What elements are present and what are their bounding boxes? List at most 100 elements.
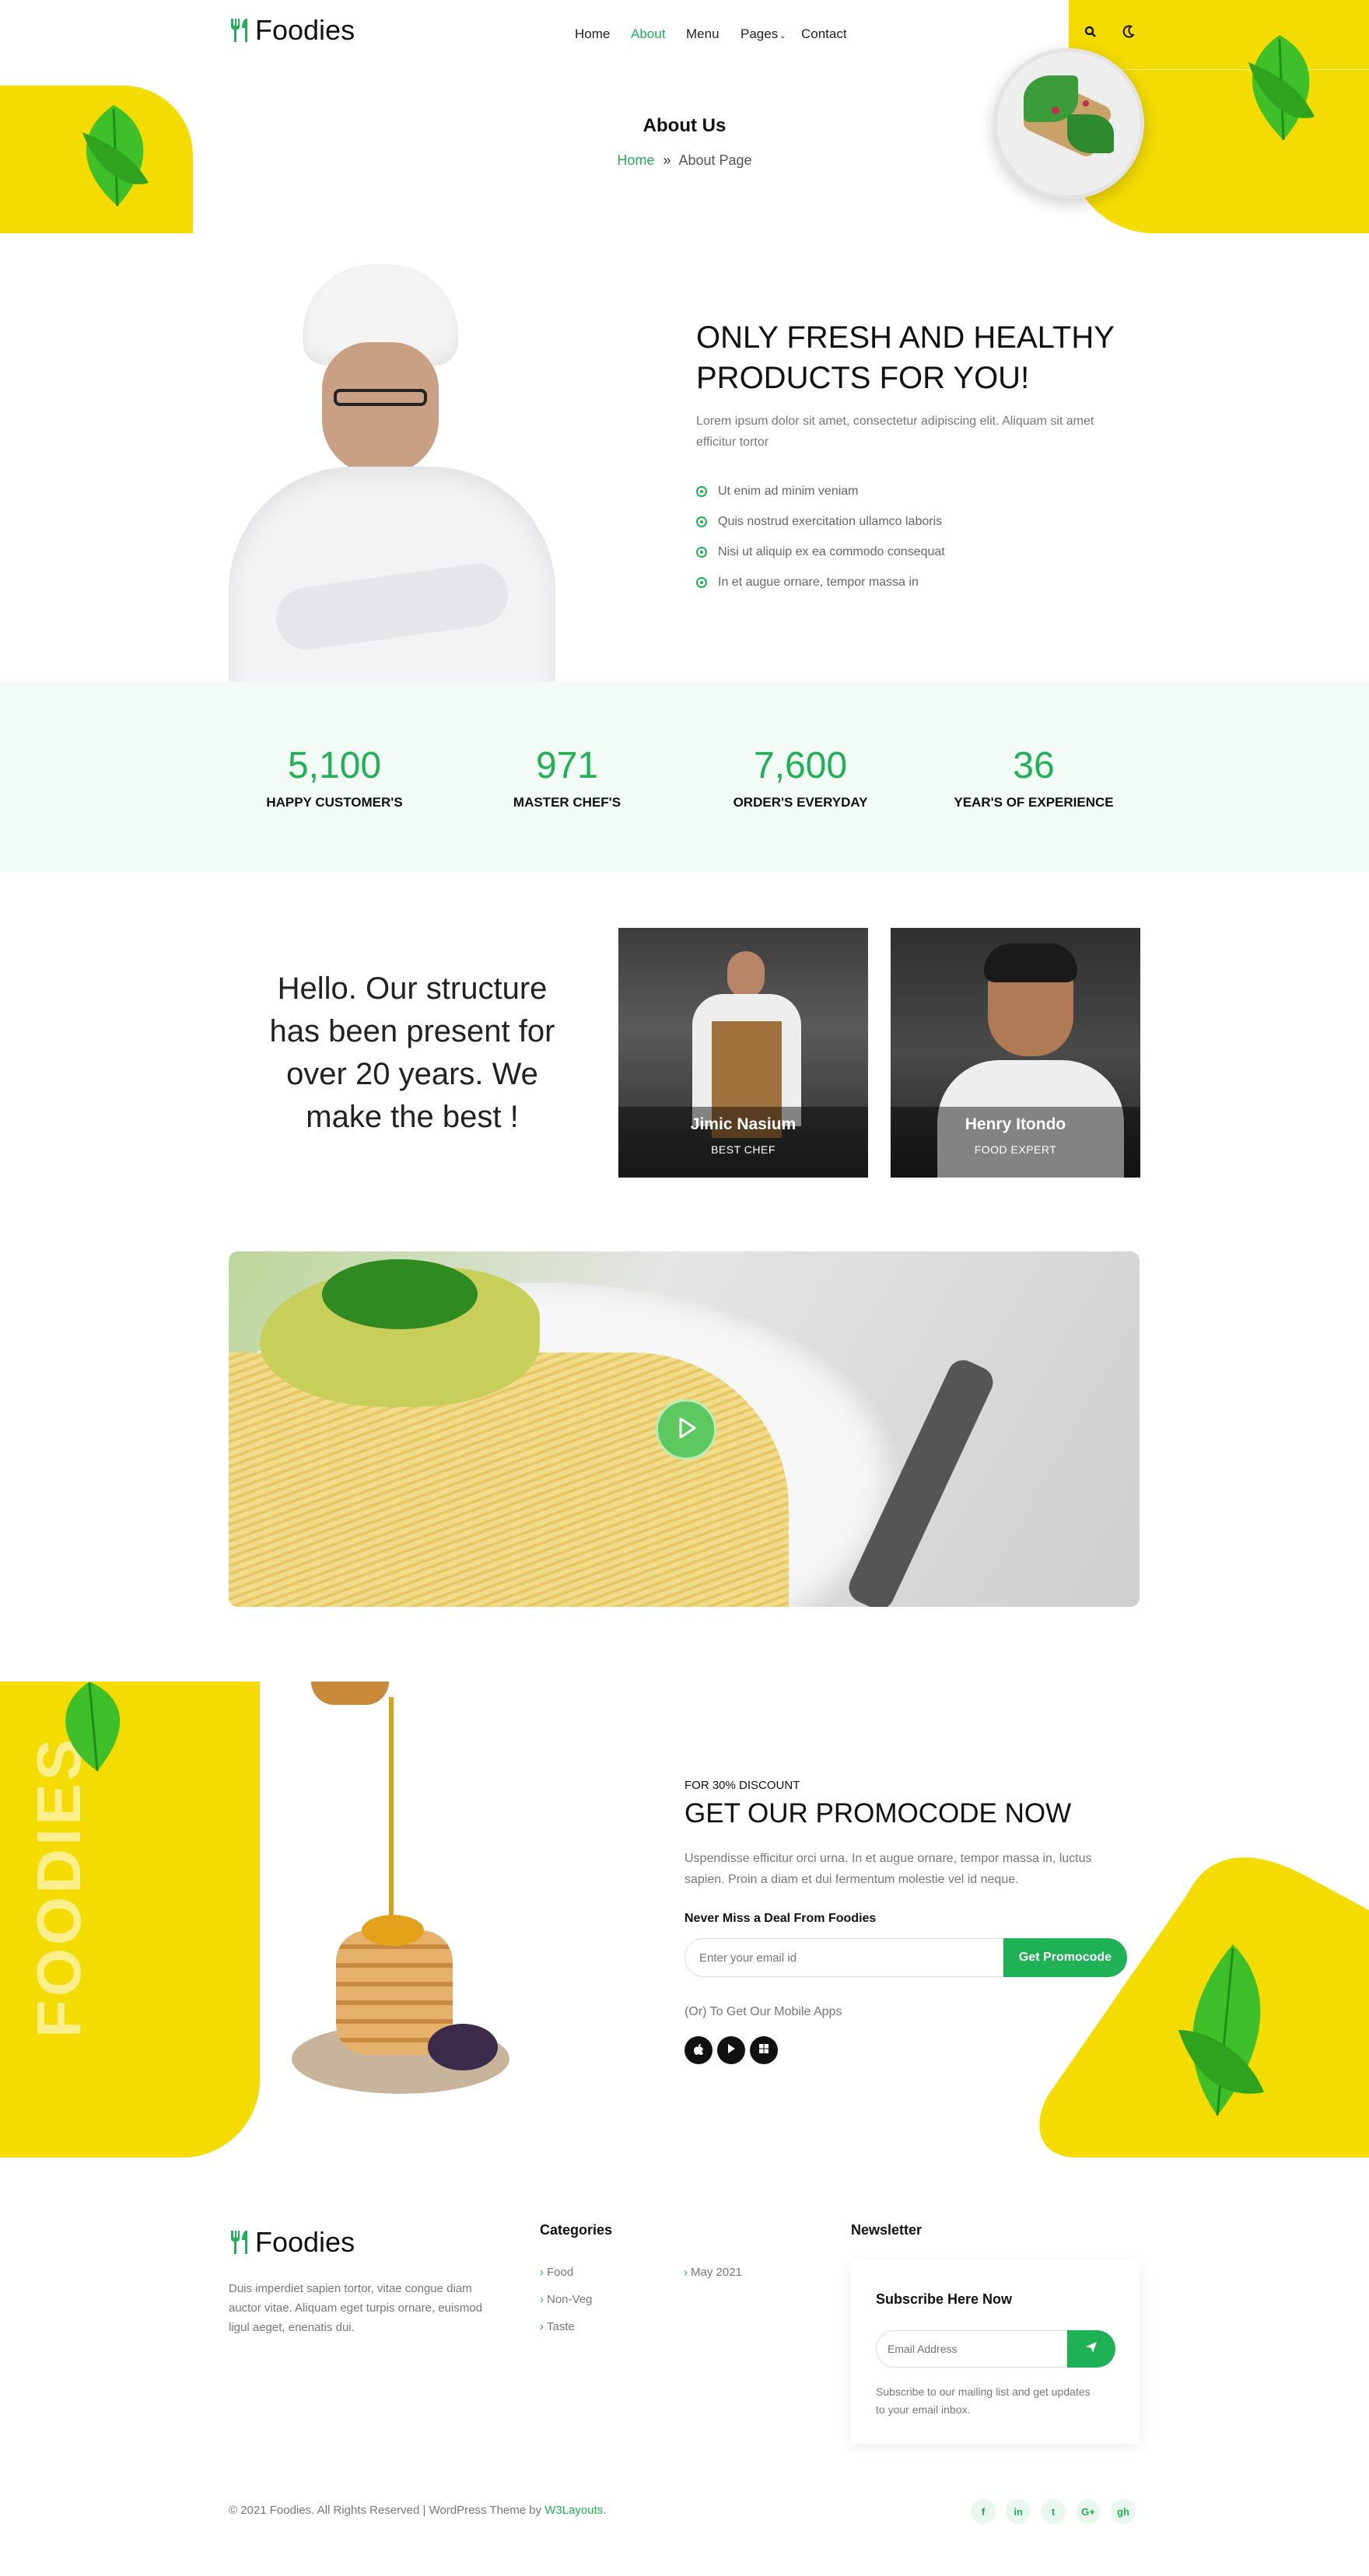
list-item: Ut enim ad minim veniam bbox=[696, 476, 945, 506]
credit-link[interactable]: W3Layouts. bbox=[544, 2504, 606, 2517]
stat-number: 5,100 bbox=[287, 745, 382, 786]
mint-leaf-image bbox=[43, 1682, 136, 1775]
chevron-down-icon: ⌄ bbox=[779, 32, 786, 40]
stat-label: HAPPY CUSTOMER'S bbox=[266, 795, 403, 810]
team-card[interactable]: Jimic Nasium BEST CHEF bbox=[618, 928, 868, 1178]
team-member-role: FOOD EXPERT bbox=[974, 1143, 1057, 1156]
breadcrumb: Home » About Page bbox=[0, 152, 1369, 169]
github-icon: gh bbox=[1117, 2505, 1129, 2518]
nav-pages[interactable]: Pages ⌄ bbox=[741, 26, 786, 42]
chevron-right-icon: › bbox=[540, 2293, 544, 2306]
search-icon bbox=[1084, 26, 1097, 42]
about-feature-list: Ut enim ad minim veniam Quis nostrud exe… bbox=[696, 476, 945, 597]
team-intro-text: Hello. Our structure has been present fo… bbox=[269, 971, 555, 1134]
site-logo[interactable]: Foodies bbox=[229, 14, 355, 47]
facebook-link[interactable]: f bbox=[971, 2499, 996, 2524]
stat-label: MASTER CHEF'S bbox=[513, 795, 621, 810]
google-plus-icon: G+ bbox=[1081, 2505, 1095, 2518]
windows-store-button[interactable] bbox=[750, 2036, 778, 2064]
nav-pages-label: Pages bbox=[741, 26, 779, 41]
subscribe-note: Subscribe to our mailing list and get up… bbox=[876, 2385, 1091, 2416]
play-button[interactable] bbox=[656, 1399, 716, 1460]
google-plus-link[interactable]: G+ bbox=[1076, 2499, 1101, 2524]
send-icon bbox=[1084, 2340, 1098, 2358]
logo-text: Foodies bbox=[255, 14, 355, 46]
stat-number: 36 bbox=[1013, 745, 1055, 786]
check-circle-icon bbox=[696, 546, 707, 558]
list-item: Nisi ut aliquip ex ea commodo consequat bbox=[696, 537, 945, 567]
stat-number: 7,600 bbox=[753, 745, 848, 786]
list-item: In et augue ornare, tempor massa in bbox=[696, 567, 945, 597]
stat-number: 971 bbox=[535, 745, 599, 786]
nav-contact[interactable]: Contact bbox=[801, 26, 847, 42]
promo-vertical-text: FOODIES bbox=[24, 1735, 93, 2038]
chef-image bbox=[229, 264, 555, 682]
footer-logo[interactable]: Foodies bbox=[229, 2226, 355, 2259]
check-circle-icon bbox=[696, 516, 707, 527]
fork-knife-icon bbox=[229, 17, 250, 44]
copyright: © 2021 Foodies. All Rights Reserved | Wo… bbox=[229, 2504, 606, 2517]
check-circle-icon bbox=[696, 576, 707, 588]
list-item: Quis nostrud exercitation ullamco labori… bbox=[696, 506, 945, 537]
category-link-food[interactable]: › Food bbox=[540, 2266, 573, 2279]
breadcrumb-home[interactable]: Home bbox=[617, 152, 654, 168]
newsletter-heading: Newsletter bbox=[851, 2222, 923, 2238]
page-title: About Us bbox=[642, 115, 727, 136]
team-card[interactable]: Henry Itondo FOOD EXPERT bbox=[891, 928, 1140, 1178]
check-circle-icon bbox=[696, 485, 707, 497]
newsletter-email-input[interactable] bbox=[876, 2330, 1067, 2368]
category-link-label: Non-Veg bbox=[547, 2293, 593, 2306]
search-button[interactable] bbox=[1077, 20, 1104, 47]
copyright-text: © 2021 Foodies. All Rights Reserved | Wo… bbox=[229, 2504, 542, 2517]
mint-leaf-image bbox=[1171, 1937, 1280, 2123]
moon-icon bbox=[1120, 24, 1136, 44]
windows-icon bbox=[758, 2043, 769, 2058]
promo-deal-label: Never Miss a Deal From Foodies bbox=[684, 1912, 877, 1925]
archive-link-may-2021[interactable]: › May 2021 bbox=[684, 2266, 742, 2279]
facebook-icon: f bbox=[981, 2505, 986, 2518]
stats-section: 5,100 HAPPY CUSTOMER'S 971 MASTER CHEF'S… bbox=[0, 682, 1369, 873]
list-item-text: In et augue ornare, tempor massa in bbox=[718, 575, 919, 589]
dark-mode-toggle[interactable] bbox=[1115, 20, 1141, 47]
stat-label: ORDER'S EVERYDAY bbox=[733, 795, 868, 810]
breadcrumb-separator: » bbox=[663, 152, 671, 168]
category-link-label: Food bbox=[547, 2266, 574, 2279]
nav-menu[interactable]: Menu bbox=[686, 26, 720, 42]
google-play-button[interactable] bbox=[717, 2036, 745, 2064]
promo-discount-label: FOR 30% DISCOUNT bbox=[684, 1779, 800, 1792]
github-link[interactable]: gh bbox=[1111, 2499, 1136, 2524]
team-member-role: BEST CHEF bbox=[711, 1143, 776, 1156]
category-link-taste[interactable]: › Taste bbox=[540, 2320, 575, 2333]
list-item-text: Nisi ut aliquip ex ea commodo consequat bbox=[718, 544, 945, 558]
twitter-link[interactable]: t bbox=[1041, 2499, 1066, 2524]
play-store-icon bbox=[726, 2043, 737, 2058]
promo-email-input[interactable] bbox=[684, 1938, 1003, 1977]
app-store-button[interactable] bbox=[684, 2036, 713, 2064]
nav-about[interactable]: About bbox=[631, 26, 665, 42]
promo-apps-label: (Or) To Get Our Mobile Apps bbox=[684, 2005, 842, 2018]
category-link-label: Taste bbox=[547, 2320, 575, 2333]
stat-years-experience: 36 YEAR'S OF EXPERIENCE bbox=[917, 744, 1150, 810]
stat-master-chefs: 971 MASTER CHEF'S bbox=[450, 744, 684, 810]
chef-photo bbox=[891, 928, 1140, 1178]
chevron-right-icon: › bbox=[540, 2320, 544, 2333]
promo-heading: GET OUR PROMOCODE NOW bbox=[684, 1798, 1072, 1829]
about-heading: ONLY FRESH AND HEALTHY PRODUCTS FOR YOU! bbox=[696, 320, 1115, 395]
footer-description: Duis imperdiet sapien tortor, vitae cong… bbox=[229, 2282, 483, 2334]
breadcrumb-current: About Page bbox=[678, 152, 752, 168]
stat-label: YEAR'S OF EXPERIENCE bbox=[954, 795, 1114, 810]
fork-knife-icon bbox=[229, 2229, 250, 2256]
about-paragraph: Lorem ipsum dolor sit amet, consectetur … bbox=[696, 415, 1094, 449]
nav-home[interactable]: Home bbox=[575, 26, 610, 42]
linkedin-link[interactable]: in bbox=[1006, 2499, 1031, 2524]
newsletter-submit-button[interactable] bbox=[1067, 2330, 1115, 2368]
chevron-right-icon: › bbox=[684, 2266, 688, 2279]
team-member-name: Jimic Nasium bbox=[690, 1115, 797, 1133]
linkedin-icon: in bbox=[1014, 2505, 1023, 2518]
newsletter-card: Subscribe Here Now Subscribe to our mail… bbox=[851, 2260, 1140, 2444]
apple-icon bbox=[693, 2042, 704, 2059]
list-item-text: Ut enim ad minim veniam bbox=[718, 484, 859, 498]
list-item-text: Quis nostrud exercitation ullamco labori… bbox=[718, 514, 943, 528]
category-link-non-veg[interactable]: › Non-Veg bbox=[540, 2293, 592, 2306]
pancake-image bbox=[280, 1682, 521, 2117]
